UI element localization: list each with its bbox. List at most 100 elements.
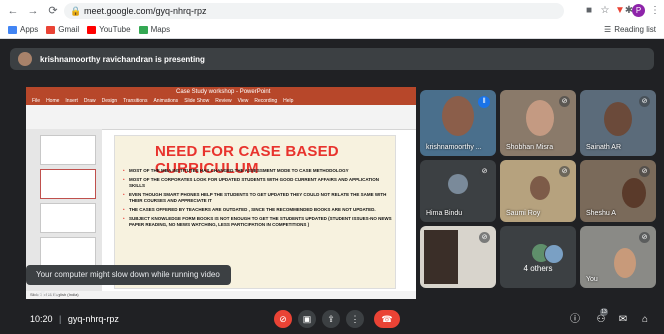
ppt-title-bar: Case Study workshop - PowerPoint xyxy=(26,87,416,97)
leave-call-button[interactable]: ☎ xyxy=(374,310,400,328)
bookmark-label: Gmail xyxy=(58,25,80,34)
participant-name: Sainath AR xyxy=(586,144,622,151)
reading-list-icon: ☰ xyxy=(604,25,612,34)
people-icon[interactable]: ⚇ xyxy=(594,313,608,327)
bookmark-youtube[interactable]: YouTube xyxy=(87,25,131,34)
url-text: meet.google.com/gyq-nhrq-rpz xyxy=(84,6,207,16)
slide-bullets: MOST OF THE MBA INSTITUTES HAS CHANGED T… xyxy=(123,168,393,231)
participant-video xyxy=(526,100,554,136)
participant-name: krishnamoorthy ... xyxy=(426,144,482,151)
participant-name: Shobhan Misra xyxy=(506,144,554,151)
mic-off-icon: ⊘ xyxy=(479,232,490,243)
participant-tile[interactable]: ⊘ Saumi Roy xyxy=(500,160,576,222)
mic-off-icon: ⊘ xyxy=(559,166,570,177)
ppt-tab: Home xyxy=(46,98,60,104)
meeting-separator: | xyxy=(59,314,62,324)
slide-bullet: MOST OF THE MBA INSTITUTES HAS CHANGED T… xyxy=(123,168,393,174)
more-vert-icon: ⋮ xyxy=(350,314,360,324)
presenting-banner: krishnamoorthy ravichandran is presentin… xyxy=(10,48,654,70)
participant-tile[interactable]: ⊘ Sheshu A xyxy=(580,160,656,222)
participant-video xyxy=(424,230,458,284)
ppt-tab: View xyxy=(237,98,249,104)
participant-tile[interactable]: ⊘ Sainath AR xyxy=(580,90,656,156)
ppt-tab: Design xyxy=(101,98,118,104)
meeting-time: 10:20 xyxy=(30,314,53,324)
star-icon[interactable]: ☆ xyxy=(598,4,612,18)
presenter-avatar xyxy=(18,52,32,66)
participant-video xyxy=(442,96,474,136)
participant-tile[interactable]: ⊘ xyxy=(420,226,496,288)
mic-off-icon: ⊘ xyxy=(639,166,650,177)
bookmark-label: YouTube xyxy=(99,25,131,34)
hangup-icon: ☎ xyxy=(381,314,393,324)
mic-off-icon: ⊘ xyxy=(479,166,490,177)
ppt-tab: Insert xyxy=(65,98,78,104)
participant-video xyxy=(530,176,550,200)
reading-list-label: Reading list xyxy=(614,25,656,34)
slide-bullet: MOST OF THE CORPORATES LOOK FOR UPDATED … xyxy=(123,177,393,189)
browser-chrome: ← → ⟳ ⌂ 🔒 meet.google.com/gyq-nhrq-rpz ■… xyxy=(0,0,664,39)
address-bar[interactable]: 🔒 meet.google.com/gyq-nhrq-rpz xyxy=(64,3,564,19)
mic-off-icon: ⊘ xyxy=(559,96,570,107)
menu-icon[interactable]: ⋮ xyxy=(648,4,662,18)
meeting-info: 10:20 | gyq-nhrq-rpz xyxy=(30,314,119,324)
mic-off-icon: ⊘ xyxy=(279,314,287,324)
chat-icon[interactable]: ✉ xyxy=(616,313,630,327)
present-icon: ⇪ xyxy=(327,314,335,324)
meeting-code: gyq-nhrq-rpz xyxy=(67,314,119,324)
participant-video xyxy=(614,248,636,278)
ppt-ribbon-tabs: File Home Insert Draw Design Transitions… xyxy=(26,97,416,105)
forward-icon[interactable]: → xyxy=(26,4,40,18)
reload-icon[interactable]: ⟳ xyxy=(46,4,60,18)
participant-tile[interactable]: ⊘ Shobhan Misra xyxy=(500,90,576,156)
avatar xyxy=(544,244,564,264)
more-options-button[interactable]: ⋮ xyxy=(346,310,364,328)
presenting-text: krishnamoorthy ravichandran is presentin… xyxy=(40,54,205,64)
ppt-tab: Review xyxy=(215,98,232,104)
activities-icon[interactable]: ⌂ xyxy=(638,313,652,327)
back-icon[interactable]: ← xyxy=(6,4,20,18)
bookmark-maps[interactable]: Maps xyxy=(138,25,171,34)
camera-toggle-button[interactable]: ▣ xyxy=(298,310,316,328)
slide-thumbnail xyxy=(40,203,96,233)
others-count-label: 4 others xyxy=(523,264,553,273)
mic-off-icon: ⊘ xyxy=(639,96,650,107)
others-tile[interactable]: 4 others xyxy=(500,226,576,288)
slide-bullet: THE CASES OFFERED BY TEACHERS ARE OUTDAT… xyxy=(123,207,393,213)
info-icon[interactable]: ⓘ xyxy=(568,313,582,327)
mic-off-icon: ⊘ xyxy=(639,232,650,243)
ppt-tab: Draw xyxy=(83,98,96,104)
participant-name: You xyxy=(586,276,598,283)
ppt-tab: Slide Show xyxy=(184,98,210,104)
ppt-tab: Animations xyxy=(153,98,179,104)
participant-tile[interactable]: ⦀ krishnamoorthy ... xyxy=(420,90,496,156)
self-tile[interactable]: ⊘ You xyxy=(580,226,656,288)
gmail-icon xyxy=(46,25,56,34)
ppt-tab: File xyxy=(32,98,41,104)
bookmark-apps[interactable]: Apps xyxy=(8,25,38,34)
ppt-tab: Recording xyxy=(254,98,278,104)
bookmark-gmail[interactable]: Gmail xyxy=(46,25,79,34)
bookmarks-bar: Apps Gmail YouTube Maps xyxy=(0,22,664,37)
maps-icon xyxy=(138,25,148,34)
profile-avatar[interactable]: P xyxy=(632,4,645,17)
participant-video xyxy=(604,102,632,136)
mic-toggle-button[interactable]: ⊘ xyxy=(274,310,292,328)
reading-list-button[interactable]: ☰ Reading list xyxy=(604,22,656,37)
ppt-tab: Help xyxy=(283,98,294,104)
participant-tile[interactable]: ⊘ Hima Bindu xyxy=(420,160,496,222)
ppt-status-bar: Slide 1 of 11 English (India) xyxy=(26,291,416,299)
bookmark-label: Maps xyxy=(150,25,171,34)
camera-icon: ▣ xyxy=(302,314,312,324)
bookmark-label: Apps xyxy=(20,25,39,34)
participant-video xyxy=(622,178,646,208)
slide-bullet: EVEN THOUGH SMART PHONES HELP THE STUDEN… xyxy=(123,192,393,204)
present-button[interactable]: ⇪ xyxy=(322,310,340,328)
slide-thumbnail xyxy=(40,135,96,165)
others-avatars xyxy=(532,244,564,264)
participant-name: Sheshu A xyxy=(586,210,616,217)
camera-icon[interactable]: ■ xyxy=(582,4,596,18)
apps-icon xyxy=(8,25,17,34)
speaking-icon: ⦀ xyxy=(478,96,490,108)
participant-name: Hima Bindu xyxy=(426,210,463,217)
